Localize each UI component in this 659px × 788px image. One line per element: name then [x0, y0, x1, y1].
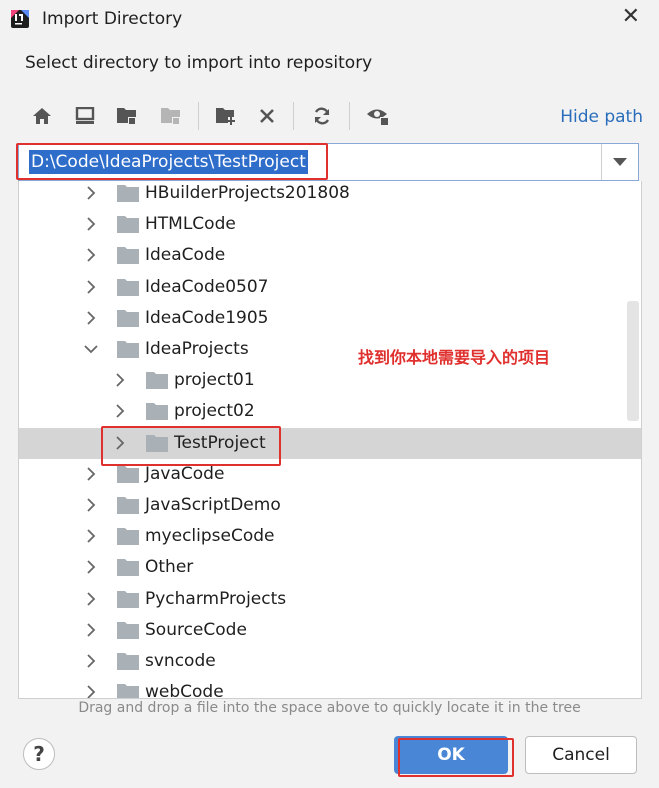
chevron-right-icon[interactable] [82, 244, 100, 266]
chevron-right-icon[interactable] [82, 463, 100, 485]
tree-row[interactable]: project01 [19, 365, 641, 396]
directory-tree[interactable]: webCode svncode SourceCode PycharmProjects O… [18, 181, 642, 699]
tree-row-label: svncode [145, 651, 216, 671]
chevron-right-icon[interactable] [82, 525, 100, 547]
tree-row[interactable]: IdeaCode1905 [19, 303, 641, 334]
folder-icon [117, 497, 139, 514]
delete-icon[interactable] [255, 104, 279, 128]
chevron-right-icon[interactable] [82, 307, 100, 329]
chevron-right-icon[interactable] [82, 588, 100, 610]
tree-row-label: IdeaCode1905 [145, 307, 269, 328]
title-bar: Import Directory ✕ [0, 0, 659, 40]
tree-row[interactable]: JavaScriptDemo [19, 490, 641, 521]
desktop-icon[interactable] [73, 104, 97, 128]
tree-row-label: myeclipseCode [145, 526, 275, 547]
hide-path-link[interactable]: Hide path [560, 107, 643, 127]
folder-icon [146, 372, 168, 390]
folder-icon [117, 559, 139, 577]
tree-row-label: project02 [174, 401, 255, 422]
home-icon[interactable] [30, 104, 54, 128]
cancel-button[interactable]: Cancel [525, 736, 637, 774]
chevron-right-icon[interactable] [82, 556, 100, 578]
chevron-right-icon[interactable] [82, 494, 100, 516]
show-hidden-icon[interactable] [366, 104, 390, 128]
tree-scrollbar[interactable] [627, 301, 639, 421]
tree-row[interactable]: myeclipseCode [19, 521, 641, 552]
tree-row[interactable]: Other [19, 552, 641, 583]
folder-icon [117, 185, 139, 202]
tree-row-label: Other [145, 557, 194, 578]
tree-row-label: JavaCode [145, 463, 225, 484]
chevron-right-icon[interactable] [82, 182, 100, 204]
ok-button[interactable]: OK [394, 736, 508, 774]
toolbar-separator [349, 102, 350, 130]
chevron-right-icon[interactable] [111, 369, 129, 391]
chevron-right-icon[interactable] [111, 400, 129, 422]
folder-icon [117, 653, 139, 670]
tree-row[interactable]: JavaCode [19, 459, 641, 490]
tree-row[interactable]: HTMLCode [19, 209, 641, 240]
tree-row-label: webCode [145, 682, 224, 699]
chevron-right-icon[interactable] [82, 213, 100, 235]
tree-row-label: IdeaCode [145, 245, 226, 266]
tree-row[interactable]: webCode [19, 677, 641, 699]
chevron-right-icon[interactable] [111, 432, 129, 454]
close-icon[interactable]: ✕ [622, 6, 640, 28]
tree-row-label: HTMLCode [145, 214, 236, 235]
folder-icon [117, 465, 139, 483]
toolbar [18, 96, 641, 136]
chevron-down-icon[interactable] [601, 144, 638, 180]
folder-icon [146, 434, 168, 452]
tree-row-label: IdeaProjects [145, 339, 249, 359]
tree-row[interactable]: IdeaCode [19, 240, 641, 271]
toolbar-separator [198, 102, 199, 130]
chevron-right-icon[interactable] [82, 276, 100, 298]
tree-row-label: HBuilderProjects201808 [145, 183, 350, 203]
tree-row[interactable]: TestProject [19, 427, 641, 459]
tree-row[interactable]: HBuilderProjects201808 [19, 181, 641, 209]
chevron-right-icon[interactable] [82, 650, 100, 672]
intellij-app-icon [11, 10, 29, 28]
tree-row[interactable]: PycharmProjects [19, 584, 641, 615]
dialog-subtitle: Select directory to import into reposito… [25, 53, 373, 73]
tree-row[interactable]: IdeaCode0507 [19, 272, 641, 303]
tree-row[interactable]: SourceCode [19, 615, 641, 646]
toolbar-separator [293, 102, 294, 130]
refresh-icon[interactable] [310, 104, 334, 128]
project-folder-icon[interactable] [115, 104, 139, 128]
folder-icon [146, 403, 168, 421]
path-combobox[interactable]: D:\Code\IdeaProjects\TestProject [18, 143, 639, 181]
folder-icon [117, 621, 139, 639]
tree-row-label: PycharmProjects [145, 588, 287, 609]
tree-row-label: TestProject [174, 432, 266, 453]
chevron-right-icon[interactable] [82, 619, 100, 641]
folder-icon [117, 684, 139, 698]
chevron-down-icon[interactable] [82, 338, 100, 360]
help-button[interactable]: ? [23, 738, 55, 770]
folder-icon [117, 590, 139, 608]
annotation-text: 找到你本地需要导入的项目 [358, 348, 551, 367]
window-title: Import Directory [42, 9, 183, 29]
tree-row-label: JavaScriptDemo [145, 495, 281, 515]
drag-drop-hint: Drag and drop a file into the space abov… [78, 700, 581, 716]
folder-icon [117, 309, 139, 327]
tree-row-label: project01 [174, 370, 255, 391]
new-folder-icon[interactable] [214, 104, 238, 128]
chevron-right-icon[interactable] [82, 681, 100, 698]
path-input[interactable]: D:\Code\IdeaProjects\TestProject [29, 150, 308, 174]
folder-icon [117, 216, 139, 234]
folder-icon [117, 341, 139, 358]
tree-row[interactable]: project02 [19, 396, 641, 427]
tree-row-label: IdeaCode0507 [145, 276, 269, 297]
folder-icon [117, 247, 139, 265]
folder-icon [117, 528, 139, 546]
module-folder-icon[interactable] [159, 104, 183, 128]
folder-icon [117, 278, 139, 296]
tree-row[interactable]: svncode [19, 646, 641, 677]
tree-row-label: SourceCode [145, 619, 247, 640]
